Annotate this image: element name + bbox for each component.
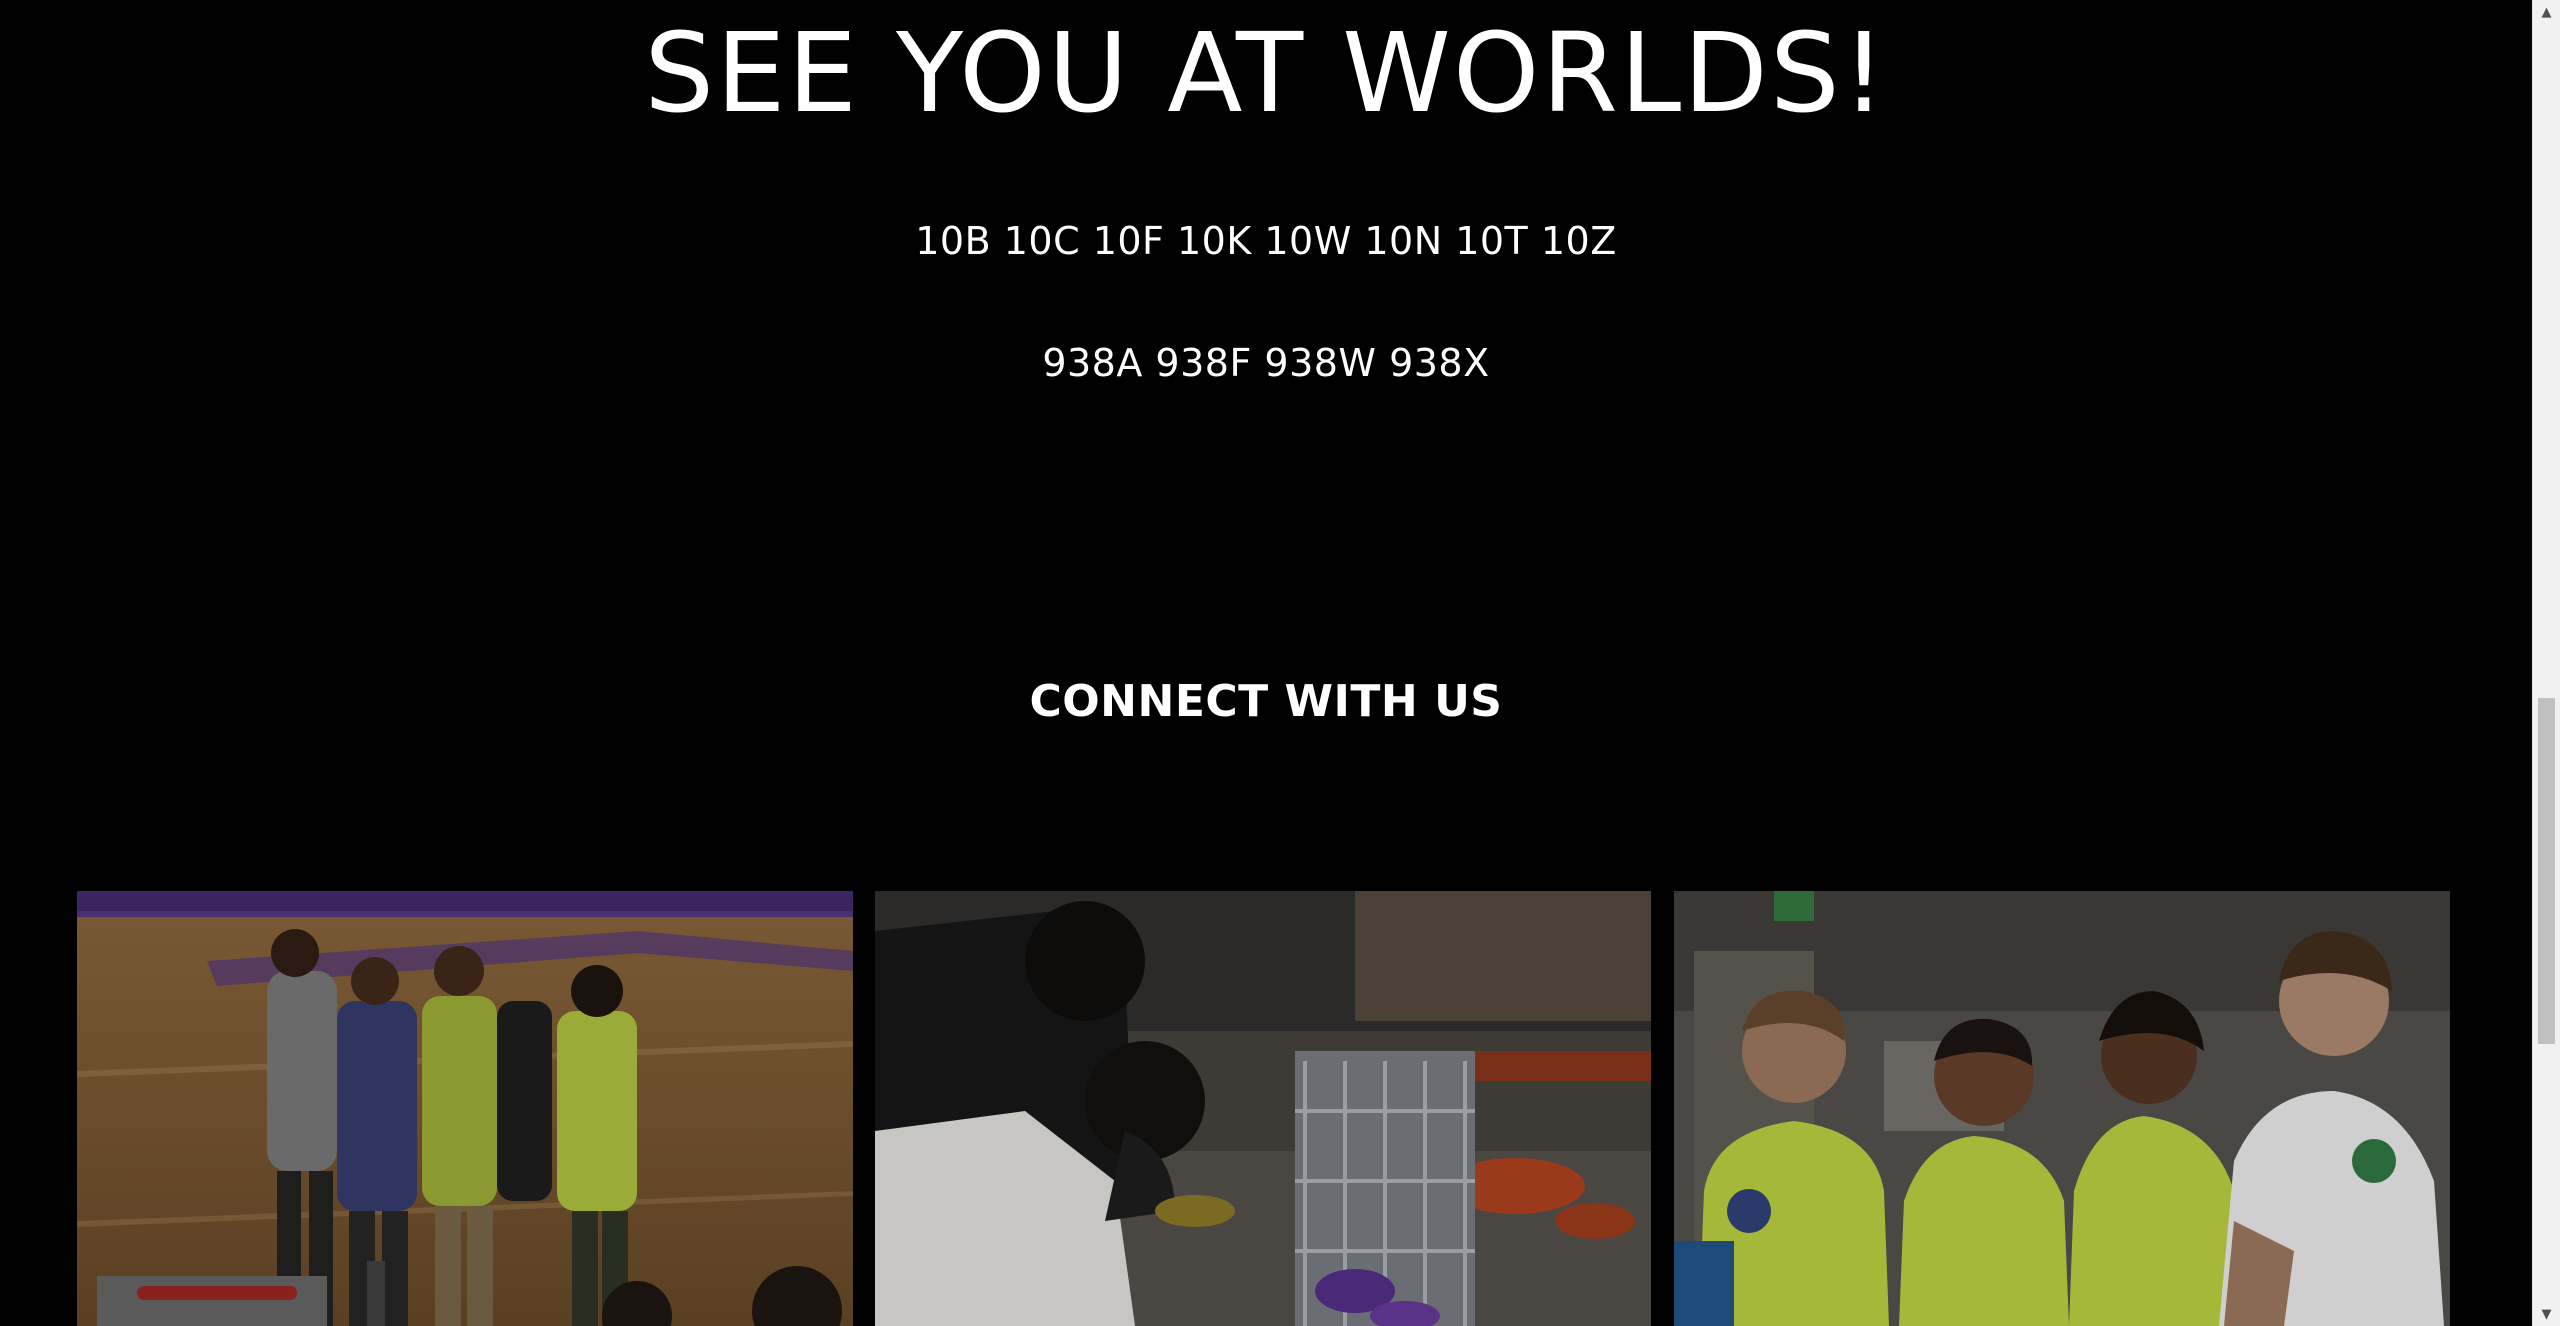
- team-members-image: [1674, 891, 2450, 1326]
- hero-title: SEE YOU AT WORLDS!: [644, 9, 1888, 137]
- team-list-row-1: 10B 10C 10F 10K 10W 10N 10T 10Z: [915, 219, 1617, 263]
- gallery-photo-gym-drivers[interactable]: [77, 891, 853, 1326]
- gallery-photo-robot-build[interactable]: [875, 891, 1651, 1326]
- scrollbar-thumb[interactable]: [2538, 698, 2555, 1044]
- main-content: SEE YOU AT WORLDS! 10B 10C 10F 10K 10W 1…: [0, 0, 2532, 1326]
- vertical-scrollbar[interactable]: ▲ ▼: [2532, 0, 2560, 1326]
- team-list-row-2: 938A 938F 938W 938X: [1042, 341, 1490, 385]
- scroll-up-arrow-icon[interactable]: ▲: [2533, 0, 2560, 24]
- gallery-photo-team-members[interactable]: [1674, 891, 2450, 1326]
- page: SEE YOU AT WORLDS! 10B 10C 10F 10K 10W 1…: [0, 0, 2560, 1326]
- photo-gallery: [77, 891, 2450, 1326]
- connect-heading: CONNECT WITH US: [1029, 676, 1503, 727]
- scroll-down-arrow-icon[interactable]: ▼: [2533, 1302, 2560, 1326]
- gym-drivers-image: [77, 891, 853, 1326]
- robot-build-image: [875, 891, 1651, 1326]
